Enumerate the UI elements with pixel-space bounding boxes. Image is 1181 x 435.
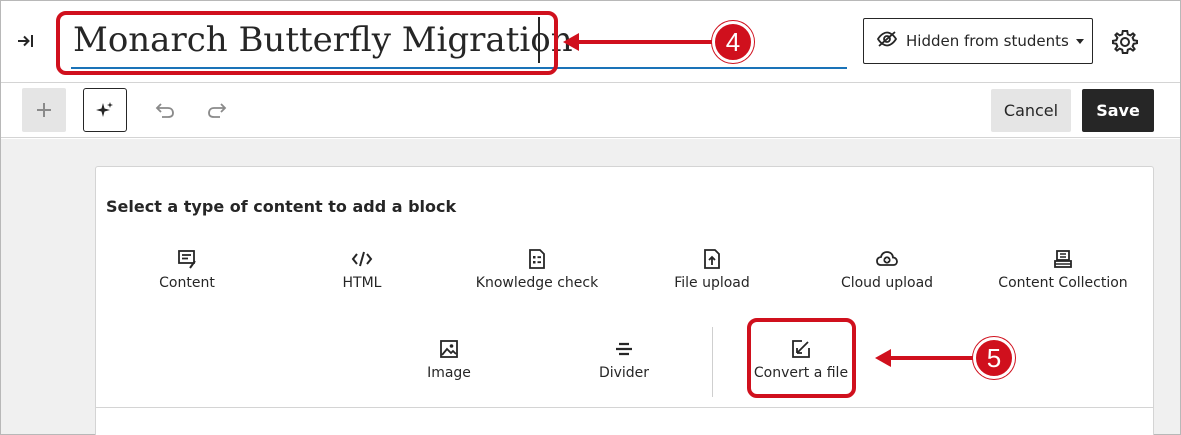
undo-icon[interactable] [151, 98, 179, 122]
block-option-cloud-upload[interactable]: Cloud upload [802, 247, 972, 299]
block-option-content[interactable]: Content [102, 247, 272, 299]
block-option-label: File upload [674, 275, 750, 291]
content-collection-icon [1053, 247, 1073, 271]
knowledge-check-icon [528, 247, 546, 271]
file-upload-icon [703, 247, 721, 271]
save-button[interactable]: Save [1082, 89, 1154, 132]
panel-heading: Select a type of content to add a block [106, 197, 457, 216]
divider-icon [614, 337, 634, 361]
block-type-panel: Select a type of content to add a block … [95, 166, 1154, 435]
block-option-file-upload[interactable]: File upload [627, 247, 797, 299]
block-option-label: Knowledge check [475, 275, 599, 291]
step-badge-5: 5 [973, 337, 1015, 379]
block-option-divider[interactable]: Divider [539, 337, 709, 389]
arrow-line [577, 40, 717, 44]
title-highlight-box [56, 11, 558, 75]
cancel-button[interactable]: Cancel [991, 89, 1071, 132]
gear-icon[interactable] [1108, 25, 1142, 59]
cloud-upload-icon [876, 247, 898, 271]
visibility-label: Hidden from students [906, 32, 1069, 50]
row-separator [712, 327, 713, 397]
plus-icon[interactable] [22, 88, 66, 132]
panel-divider [96, 407, 1153, 408]
editor-toolbar: Cancel Save [1, 84, 1180, 138]
sparkle-icon[interactable] [83, 88, 127, 132]
chevron-down-icon [1075, 38, 1084, 44]
block-option-label: Divider [598, 365, 650, 381]
block-option-label: Content Collection [998, 275, 1128, 291]
code-icon [351, 247, 373, 271]
eye-hidden-icon [876, 30, 898, 52]
block-option-label: Cloud upload [840, 275, 934, 291]
block-option-image[interactable]: Image [364, 337, 534, 389]
arrow-line [889, 356, 981, 360]
convert-file-highlight-box [747, 318, 856, 398]
panel-collapse-icon[interactable] [13, 29, 39, 53]
block-option-label: Content [159, 275, 215, 291]
redo-icon[interactable] [203, 98, 231, 122]
block-option-content-collection[interactable]: Content Collection [978, 247, 1148, 299]
editor-canvas: Select a type of content to add a block … [1, 139, 1180, 435]
step-badge-4: 4 [712, 21, 754, 63]
content-icon [177, 247, 197, 271]
block-option-label: HTML [342, 275, 382, 291]
block-option-label: Image [427, 365, 471, 381]
visibility-dropdown[interactable]: Hidden from students [863, 18, 1093, 64]
block-option-html[interactable]: HTML [277, 247, 447, 299]
image-icon [439, 337, 459, 361]
block-option-knowledge-check[interactable]: Knowledge check [452, 247, 622, 299]
